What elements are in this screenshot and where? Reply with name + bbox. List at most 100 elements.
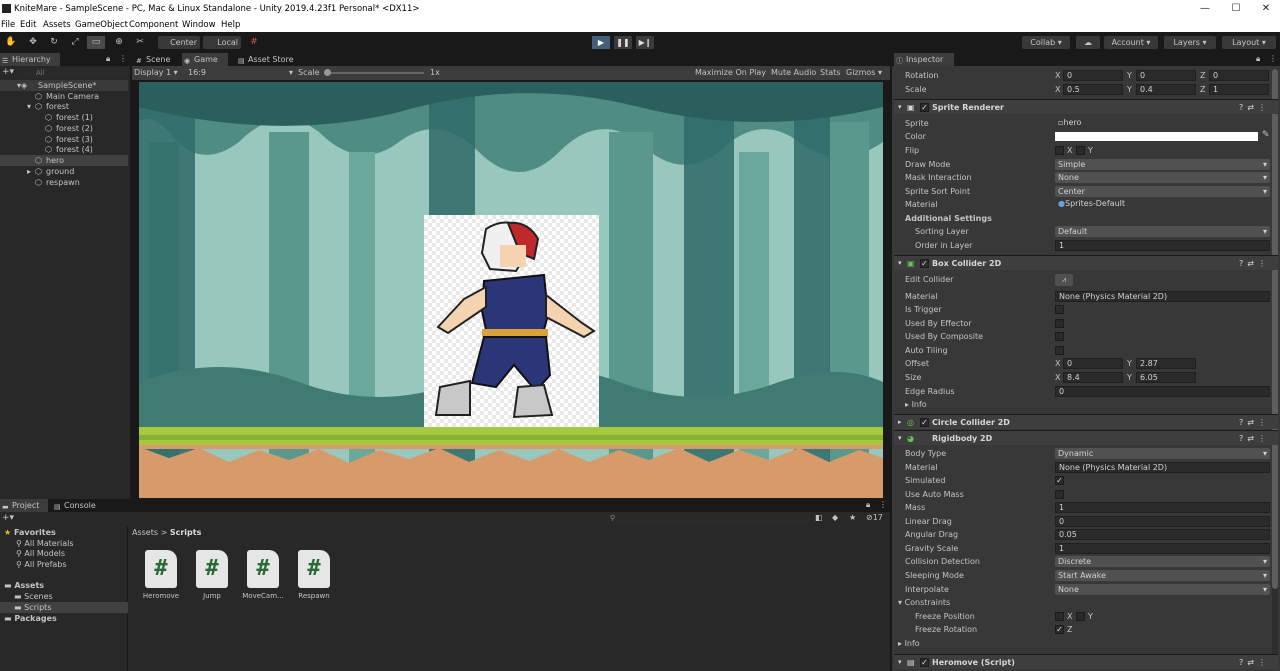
menu-edit[interactable]: Edit xyxy=(20,20,36,30)
simulated-checkbox[interactable]: ✓ xyxy=(1055,476,1064,485)
menu-component[interactable]: Component xyxy=(129,20,178,30)
menu-file[interactable]: File xyxy=(1,20,15,30)
menu-gameobject[interactable]: GameObject xyxy=(75,20,128,30)
used-by-composite-checkbox[interactable] xyxy=(1055,332,1064,341)
folder-scripts[interactable]: ▬ Scripts xyxy=(0,602,128,613)
layers-dropdown[interactable]: Layers ▾ xyxy=(1164,36,1216,49)
breadcrumb-assets[interactable]: Assets xyxy=(132,528,158,537)
pivot-local-button[interactable]: Local xyxy=(203,36,241,49)
lock-icon[interactable]: 🔒︎ xyxy=(866,500,870,510)
hierarchy-item-forest[interactable]: ▾ ⬡ forest xyxy=(0,101,128,112)
menu-window[interactable]: Window xyxy=(182,20,216,30)
component-menu-icons[interactable]: ?⇄⋮ xyxy=(1239,655,1270,670)
flip-y-checkbox[interactable] xyxy=(1076,146,1085,155)
mask-interaction-dropdown[interactable]: None xyxy=(1055,172,1270,183)
rotate-tool-icon[interactable]: ↻ xyxy=(45,36,63,49)
rotation-x-field[interactable]: 0 xyxy=(1063,70,1123,81)
lock-icon[interactable]: 🔒︎ xyxy=(1256,54,1260,64)
script-file-icon[interactable]: # xyxy=(298,550,330,588)
used-by-effector-checkbox[interactable] xyxy=(1055,319,1064,328)
info-foldout[interactable]: ▸ Info xyxy=(905,398,927,411)
panel-menu-icon[interactable]: ⋮ xyxy=(1269,54,1277,63)
hierarchy-item-forest-2[interactable]: ⬡ forest (2) xyxy=(0,123,128,134)
maximize-icon[interactable]: ☐ xyxy=(1229,2,1243,16)
rotation-z-field[interactable]: 0 xyxy=(1209,70,1269,81)
component-menu-icons[interactable]: ?⇄⋮ xyxy=(1239,100,1270,115)
hierarchy-item-respawn[interactable]: ⬡ respawn xyxy=(0,177,128,188)
search-by-label-icon[interactable]: ◆ xyxy=(832,513,838,522)
pivot-center-button[interactable]: Center xyxy=(158,36,200,49)
linear-drag-field[interactable]: 0 xyxy=(1055,516,1270,527)
panel-menu-icon[interactable]: ⋮ xyxy=(119,54,127,63)
is-trigger-checkbox[interactable] xyxy=(1055,305,1064,314)
physics-material-field[interactable]: None (Physics Material 2D) xyxy=(1055,291,1270,302)
maximize-on-play-toggle[interactable]: Maximize On Play xyxy=(695,68,766,77)
tab-project[interactable]: ▬ Project xyxy=(0,499,48,512)
menu-assets[interactable]: Assets xyxy=(43,20,71,30)
minimize-icon[interactable]: — xyxy=(1198,2,1212,16)
rect-tool-icon[interactable]: ▭ xyxy=(87,36,105,49)
size-y-field[interactable]: 6.05 xyxy=(1136,372,1196,383)
scale-tool-icon[interactable]: ⤢ xyxy=(66,36,84,49)
angular-drag-field[interactable]: 0.05 xyxy=(1055,529,1270,540)
folder-scenes[interactable]: ▬ Scenes xyxy=(14,591,53,602)
interpolate-dropdown[interactable]: None xyxy=(1055,584,1270,595)
component-menu-icons[interactable]: ?⇄⋮ xyxy=(1239,415,1270,430)
freeze-position-x-checkbox[interactable] xyxy=(1055,612,1064,621)
tab-game[interactable]: ◉ Game xyxy=(182,53,228,66)
flip-x-checkbox[interactable] xyxy=(1055,146,1064,155)
scale-x-field[interactable]: 0.5 xyxy=(1063,84,1123,95)
tab-scene[interactable]: # Scene xyxy=(134,53,180,66)
hero-sprite[interactable] xyxy=(424,215,599,427)
game-viewport[interactable] xyxy=(139,82,883,498)
inspector-scrollbar[interactable] xyxy=(1272,69,1278,659)
eyedropper-icon[interactable]: ✎ xyxy=(1262,130,1270,140)
panel-menu-icon[interactable]: ⋮ xyxy=(879,500,887,509)
pause-button[interactable]: ❚❚ xyxy=(614,36,632,49)
tab-inspector[interactable]: ⓘ Inspector xyxy=(894,53,954,66)
constraints-foldout[interactable]: ▾ Constraints xyxy=(898,596,950,609)
hand-tool-icon[interactable]: ✋ xyxy=(2,36,20,49)
rigidbody-header[interactable]: ▾ ◕ Rigidbody 2D ?⇄⋮ xyxy=(894,430,1278,445)
gravity-scale-field[interactable]: 1 xyxy=(1055,543,1270,554)
edit-collider-button[interactable]: ⩘ xyxy=(1055,274,1073,286)
play-button[interactable]: ▶ xyxy=(592,36,610,49)
favorites-folder[interactable]: ★ Favorites xyxy=(4,527,56,538)
scale-slider-thumb[interactable] xyxy=(324,69,331,76)
script-file-icon[interactable]: # xyxy=(196,550,228,588)
script-file-icon[interactable]: # xyxy=(247,550,279,588)
account-dropdown[interactable]: Account ▾ xyxy=(1104,36,1158,49)
collapse-arrow-icon[interactable]: ▾ xyxy=(898,100,902,115)
use-auto-mass-checkbox[interactable] xyxy=(1055,490,1064,499)
info-foldout[interactable]: ▸ Info xyxy=(898,637,920,650)
expand-arrow-icon[interactable]: ▸ xyxy=(898,415,902,430)
move-tool-icon[interactable]: ✥ xyxy=(24,36,42,49)
component-menu-icons[interactable]: ?⇄⋮ xyxy=(1239,431,1270,446)
menu-help[interactable]: Help xyxy=(221,20,240,30)
breadcrumb-scripts[interactable]: Scripts xyxy=(170,528,202,537)
tab-console[interactable]: ▤ Console xyxy=(52,499,104,512)
size-x-field[interactable]: 8.4 xyxy=(1063,372,1123,383)
sorting-layer-dropdown[interactable]: Default xyxy=(1055,226,1270,237)
box-collider-header[interactable]: ▾ ▣ ✓ Box Collider 2D ?⇄⋮ xyxy=(894,255,1278,270)
edge-radius-field[interactable]: 0 xyxy=(1055,386,1270,397)
body-type-dropdown[interactable]: Dynamic xyxy=(1055,448,1270,459)
project-search-input[interactable]: ⚲ xyxy=(606,513,810,524)
rotation-y-field[interactable]: 0 xyxy=(1136,70,1196,81)
physics-material-field[interactable]: None (Physics Material 2D) xyxy=(1055,462,1270,473)
transform-tool-icon[interactable]: ⊕ xyxy=(110,36,128,49)
scale-slider[interactable] xyxy=(324,69,424,76)
collapse-arrow-icon[interactable]: ▾ xyxy=(898,431,902,446)
order-in-layer-field[interactable]: 1 xyxy=(1055,240,1270,251)
grid-snap-icon[interactable]: # xyxy=(245,36,263,49)
freeze-position-y-checkbox[interactable] xyxy=(1076,612,1085,621)
scrollbar-thumb[interactable] xyxy=(1272,69,1278,589)
step-button[interactable]: ▶❙ xyxy=(636,36,654,49)
enabled-checkbox[interactable]: ✓ xyxy=(920,103,929,112)
offset-x-field[interactable]: 0 xyxy=(1063,358,1123,369)
expand-arrow-icon[interactable]: ▸ xyxy=(27,166,31,177)
hierarchy-item-hero[interactable]: ⬡ hero xyxy=(0,155,128,166)
offset-y-field[interactable]: 2.87 xyxy=(1136,358,1196,369)
create-add-icon[interactable]: +▾ xyxy=(2,513,14,523)
sprite-renderer-header[interactable]: ▾ ▣ ✓ Sprite Renderer ?⇄⋮ xyxy=(894,99,1278,114)
